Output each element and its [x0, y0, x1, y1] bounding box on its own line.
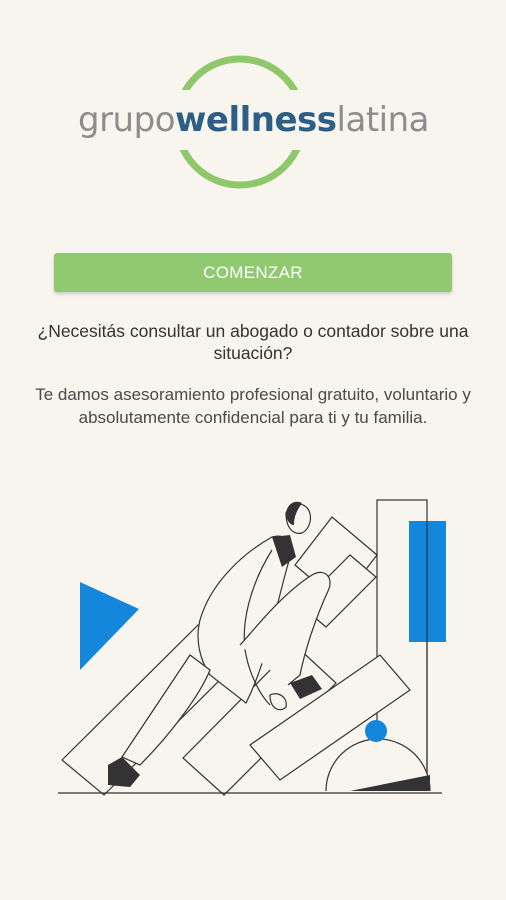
brand-word-wellness: wellness: [175, 100, 337, 140]
brand-wordmark: grupowellnesslatina: [78, 90, 430, 150]
blue-ball-shape: [365, 720, 387, 742]
start-button[interactable]: COMENZAR: [54, 253, 452, 292]
question-heading: ¿Necesitás consultar un abogado o contad…: [37, 321, 469, 363]
brand-word-latina: latina: [336, 100, 430, 140]
brand-word-grupo: grupo: [78, 100, 176, 140]
blue-triangle-shape: [80, 582, 139, 670]
description-text: Te damos asesoramiento profesional gratu…: [35, 385, 471, 427]
person-moving-blocks-illustration: [58, 499, 446, 796]
brand-logo: grupowellnesslatina: [70, 50, 430, 200]
